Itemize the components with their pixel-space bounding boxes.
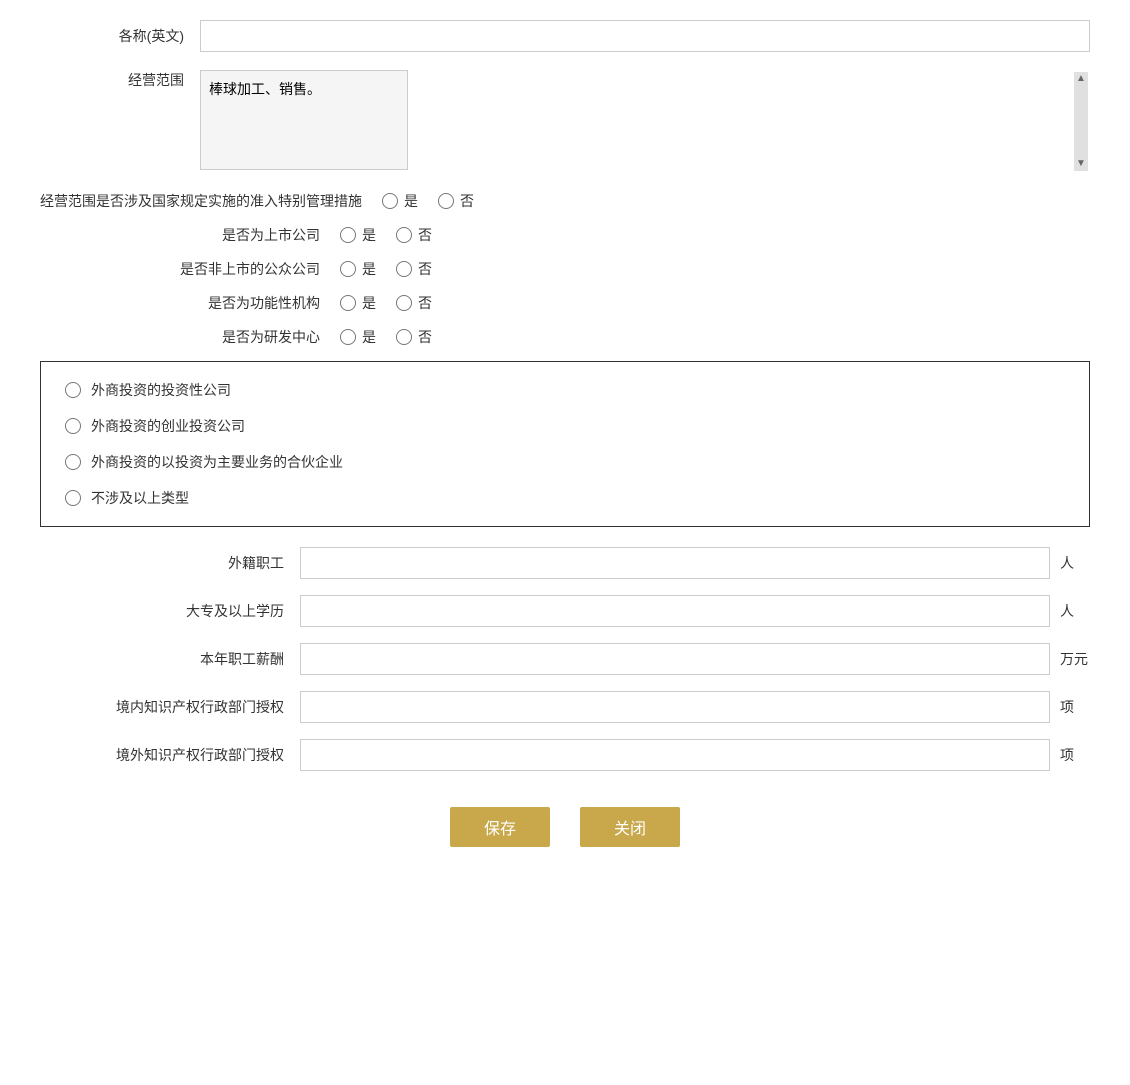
listed-company-no[interactable]: 否 xyxy=(396,225,432,245)
listed-company-row: 是否为上市公司 是 否 xyxy=(40,225,1090,245)
foreign-workers-label: 外籍职工 xyxy=(40,553,300,573)
annual-salary-label: 本年职工薪酬 xyxy=(40,649,300,669)
functional-org-yes[interactable]: 是 xyxy=(340,293,376,313)
college-above-row: 大专及以上学历 人 xyxy=(40,595,1090,627)
foreign-workers-row: 外籍职工 人 xyxy=(40,547,1090,579)
box-option-2[interactable]: 外商投资的以投资为主要业务的合伙企业 xyxy=(65,452,1065,472)
college-above-label: 大专及以上学历 xyxy=(40,601,300,621)
college-above-input[interactable] xyxy=(300,595,1050,627)
listed-company-radio-group: 是 否 xyxy=(340,225,432,245)
scroll-down-arrow[interactable]: ▼ xyxy=(1076,159,1086,169)
special-management-yes[interactable]: 是 xyxy=(382,191,418,211)
close-button[interactable]: 关闭 xyxy=(580,807,680,847)
foreign-ip-input[interactable] xyxy=(300,739,1050,771)
rd-center-yes[interactable]: 是 xyxy=(340,327,376,347)
investment-type-box: 外商投资的投资性公司 外商投资的创业投资公司 外商投资的以投资为主要业务的合伙企… xyxy=(40,361,1090,527)
box-option-0[interactable]: 外商投资的投资性公司 xyxy=(65,380,1065,400)
business-scope-row: 经营范围 棒球加工、销售。 ▲ ▼ xyxy=(40,70,1090,173)
college-above-unit: 人 xyxy=(1060,601,1090,621)
annual-salary-row: 本年职工薪酬 万元 xyxy=(40,643,1090,675)
domestic-ip-input[interactable] xyxy=(300,691,1050,723)
rd-center-row: 是否为研发中心 是 否 xyxy=(40,327,1090,347)
annual-salary-unit: 万元 xyxy=(1060,649,1090,669)
foreign-workers-unit: 人 xyxy=(1060,553,1090,573)
non-listed-public-no[interactable]: 否 xyxy=(396,259,432,279)
rd-center-no[interactable]: 否 xyxy=(396,327,432,347)
special-management-radio-group: 是 否 xyxy=(382,191,474,211)
special-management-label: 经营范围是否涉及国家规定实施的准入特别管理措施 xyxy=(40,191,382,211)
functional-org-row: 是否为功能性机构 是 否 xyxy=(40,293,1090,313)
domestic-ip-unit: 项 xyxy=(1060,697,1090,717)
non-listed-public-yes[interactable]: 是 xyxy=(340,259,376,279)
listed-company-yes[interactable]: 是 xyxy=(340,225,376,245)
rd-center-label: 是否为研发中心 xyxy=(40,327,340,347)
foreign-ip-label: 境外知识产权行政部门授权 xyxy=(40,745,300,765)
non-listed-public-row: 是否非上市的公众公司 是 否 xyxy=(40,259,1090,279)
special-management-no[interactable]: 否 xyxy=(438,191,474,211)
foreign-ip-row: 境外知识产权行政部门授权 项 xyxy=(40,739,1090,771)
rd-center-radio-group: 是 否 xyxy=(340,327,432,347)
box-option-1[interactable]: 外商投资的创业投资公司 xyxy=(65,416,1065,436)
foreign-ip-unit: 项 xyxy=(1060,745,1090,765)
functional-org-no[interactable]: 否 xyxy=(396,293,432,313)
save-button[interactable]: 保存 xyxy=(450,807,550,847)
non-listed-public-label: 是否非上市的公众公司 xyxy=(40,259,340,279)
domestic-ip-row: 境内知识产权行政部门授权 项 xyxy=(40,691,1090,723)
functional-org-label: 是否为功能性机构 xyxy=(40,293,340,313)
box-option-3[interactable]: 不涉及以上类型 xyxy=(65,488,1065,508)
domestic-ip-label: 境内知识产权行政部门授权 xyxy=(40,697,300,717)
scroll-up-arrow[interactable]: ▲ xyxy=(1076,74,1086,84)
button-row: 保存 关闭 xyxy=(40,807,1090,847)
listed-company-label: 是否为上市公司 xyxy=(40,225,340,245)
non-listed-public-radio-group: 是 否 xyxy=(340,259,432,279)
name-en-row: 各称(英文) xyxy=(40,20,1090,52)
form-section: 各称(英文) 经营范围 棒球加工、销售。 ▲ ▼ 经营范围是否涉及国家规定实施的… xyxy=(40,20,1090,847)
special-management-row: 经营范围是否涉及国家规定实施的准入特别管理措施 是 否 xyxy=(40,191,1090,211)
annual-salary-input[interactable] xyxy=(300,643,1050,675)
textarea-wrapper: 棒球加工、销售。 ▲ ▼ xyxy=(200,70,1090,173)
name-en-label: 各称(英文) xyxy=(40,26,200,46)
textarea-scrollbar[interactable]: ▲ ▼ xyxy=(1074,72,1088,171)
foreign-workers-input[interactable] xyxy=(300,547,1050,579)
business-scope-textarea[interactable]: 棒球加工、销售。 xyxy=(200,70,408,170)
name-en-input[interactable] xyxy=(200,20,1090,52)
functional-org-radio-group: 是 否 xyxy=(340,293,432,313)
business-scope-label: 经营范围 xyxy=(40,70,200,90)
